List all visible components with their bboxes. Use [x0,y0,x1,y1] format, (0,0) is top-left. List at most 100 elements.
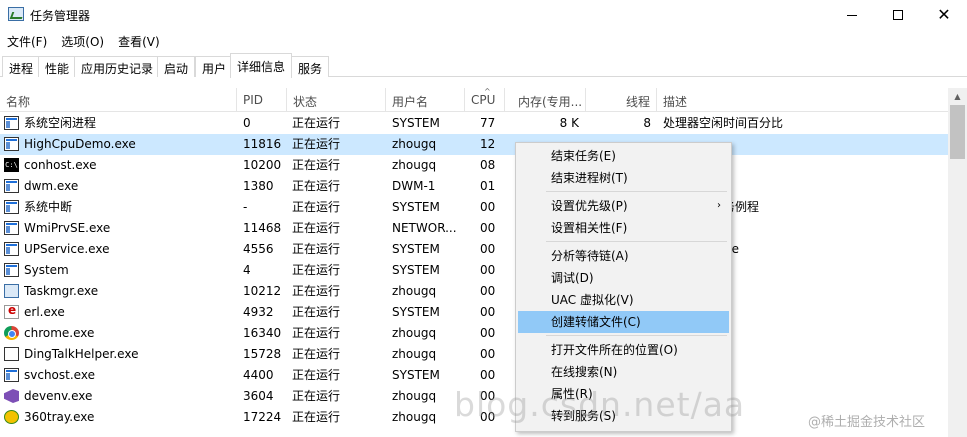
menu-options[interactable]: 选项(O) [54,31,111,51]
table-row[interactable]: UPService.exe4556正在运行SYSTEM00mputService [0,239,948,260]
context-menu-item-label: 分析等待链(A) [551,249,629,263]
tab-app-history[interactable]: 应用历史记录 [74,56,161,77]
console-app-icon: C:\ [4,158,19,172]
cell-name: DingTalkHelper.exe [24,347,139,361]
tab-users[interactable]: 用户 [195,56,234,77]
menu-view[interactable]: 查看(V) [111,31,167,51]
cell-status: 正在运行 [292,179,341,193]
table-row[interactable]: System4正在运行SYSTEM00& System [0,260,948,281]
window-app-icon [4,242,19,256]
table-row[interactable]: chrome.exe16340正在运行zhougq00ome [0,323,948,344]
tab-startup[interactable]: 启动 [157,56,196,77]
table-row[interactable]: erl.exe 4932 正在运行 SYSTEM 00 [0,302,948,323]
tab-bar: 进程 性能 应用历史记录 启动 用户 详细信息 服务 [0,53,967,78]
scroll-up-icon[interactable]: ▲ [948,88,967,105]
cell-cpu: 00 [480,368,496,382]
context-menu-item[interactable]: 在线搜索(N) [518,361,729,383]
column-header-description[interactable]: 描述 [657,88,948,112]
cell-user: SYSTEM [392,200,440,214]
table-row[interactable]: 系统空闲进程 0 正在运行 SYSTEM 77 8 K 8 处理器空闲时间百分比 [0,113,948,134]
menu-separator [546,335,727,336]
cell-name: WmiPrvSE.exe [24,221,111,235]
table-row[interactable]: WmiPrvSE.exe11468正在运行NETWOR...00ler Host [0,218,948,239]
tab-processes[interactable]: 进程 [2,56,41,77]
cell-pid: 17224 [243,410,282,424]
column-header-name[interactable]: 名称 [0,88,237,112]
column-header-memory[interactable]: 内存(专用... [505,88,586,112]
column-header-status[interactable]: 状态 [287,88,386,112]
cell-name: conhost.exe [24,158,97,172]
context-menu-item[interactable]: 结束进程树(T) [518,167,729,189]
minimize-button[interactable] [829,0,875,30]
cell-status: 正在运行 [292,200,341,214]
cell-mem: 8 K [559,116,579,130]
menu-file[interactable]: 文件(F) [0,31,54,51]
context-menu-item[interactable]: 设置优先级(P) › [518,195,729,217]
close-button[interactable]: ✕ [921,0,967,30]
window-app-icon [4,179,19,193]
tab-performance[interactable]: 性能 [38,56,77,77]
maximize-button[interactable] [875,0,921,30]
chevron-right-icon: › [717,200,721,211]
table-row[interactable]: 系统中断-正在运行SYSTEM00用和中断服务例程 [0,197,948,218]
cell-name: Taskmgr.exe [24,284,99,298]
cell-user: NETWOR... [392,221,457,235]
context-menu-item[interactable]: 结束任务(E) [518,145,729,167]
context-menu-item[interactable]: 调试(D) [518,267,729,289]
tab-details[interactable]: 详细信息 [230,53,293,78]
cell-pid: - [243,200,248,214]
cell-name: 系统空闲进程 [24,116,97,130]
minimize-icon [847,14,857,16]
cell-status: 正在运行 [292,221,341,235]
cell-cpu: 00 [480,347,496,361]
360-app-icon [4,410,19,424]
table-row[interactable]: DingTalkHelper.exe15728正在运行zhougq00lper.… [0,344,948,365]
cell-name: chrome.exe [24,326,95,340]
task-manager-icon [8,7,24,21]
cell-name: 360tray.exe [24,410,95,424]
cell-status: 正在运行 [292,368,341,382]
column-header-pid[interactable]: PID [237,88,287,112]
cell-pid: 4 [243,263,251,277]
cell-user: SYSTEM [392,263,440,277]
context-menu-item-label: 创建转储文件(C) [551,315,641,329]
context-menu-item-label: 打开文件所在的位置(O) [551,343,678,357]
cell-pid: 10212 [243,284,282,298]
cell-cpu: 00 [480,242,496,256]
context-menu-item-label: 结束任务(E) [551,149,616,163]
cell-name: 系统中断 [24,200,73,214]
vs-app-icon [4,389,19,403]
cell-name: System [24,263,69,277]
cell-pid: 3604 [243,389,274,403]
cell-user: DWM-1 [392,179,436,193]
context-menu-item[interactable]: 打开文件所在的位置(O) [518,339,729,361]
vertical-scrollbar[interactable]: ▲ [948,88,967,437]
table-row[interactable]: dwm.exe1380正在运行DWM-101器 [0,176,948,197]
context-menu-item[interactable]: 创建转储文件(C) [518,311,729,333]
window-app-icon [4,116,19,130]
cell-cpu: 12 [480,137,496,151]
table-header: 名称 PID 状态 用户名 CPU ^ 内存(专用... 线程 描述 [0,87,948,112]
table-row[interactable]: Taskmgr.exe 10212 正在运行 zhougq 00 [0,281,948,302]
context-menu-item-label: 设置相关性(F) [551,221,628,235]
context-menu-item[interactable]: UAC 虚拟化(V) [518,289,729,311]
window-app-icon [4,137,19,151]
window-app-icon [4,368,19,382]
menu-separator [546,191,727,192]
cell-name: UPService.exe [24,242,110,256]
table-row[interactable]: svchost.exe4400正在运行SYSTEM00务主进程 [0,365,948,386]
context-menu-item-label: 调试(D) [551,271,594,285]
cell-user: zhougq [392,137,437,151]
cell-status: 正在运行 [292,242,341,256]
cell-cpu: 77 [480,116,496,130]
cell-cpu: 00 [480,221,496,235]
tab-services[interactable]: 服务 [291,56,330,77]
scrollbar-thumb[interactable] [950,105,965,159]
column-header-threads[interactable]: 线程 [586,88,657,112]
context-menu-item[interactable]: 设置相关性(F) [518,217,729,239]
column-header-user[interactable]: 用户名 [386,88,465,112]
cell-name: HighCpuDemo.exe [24,137,136,151]
context-menu-item[interactable]: 分析等待链(A) [518,245,729,267]
table-row[interactable]: C:\conhost.exe10200正在运行zhougq08ndow Host [0,155,948,176]
table-row[interactable]: HighCpuDemo.exe 11816 正在运行 zhougq 12 [0,134,948,155]
